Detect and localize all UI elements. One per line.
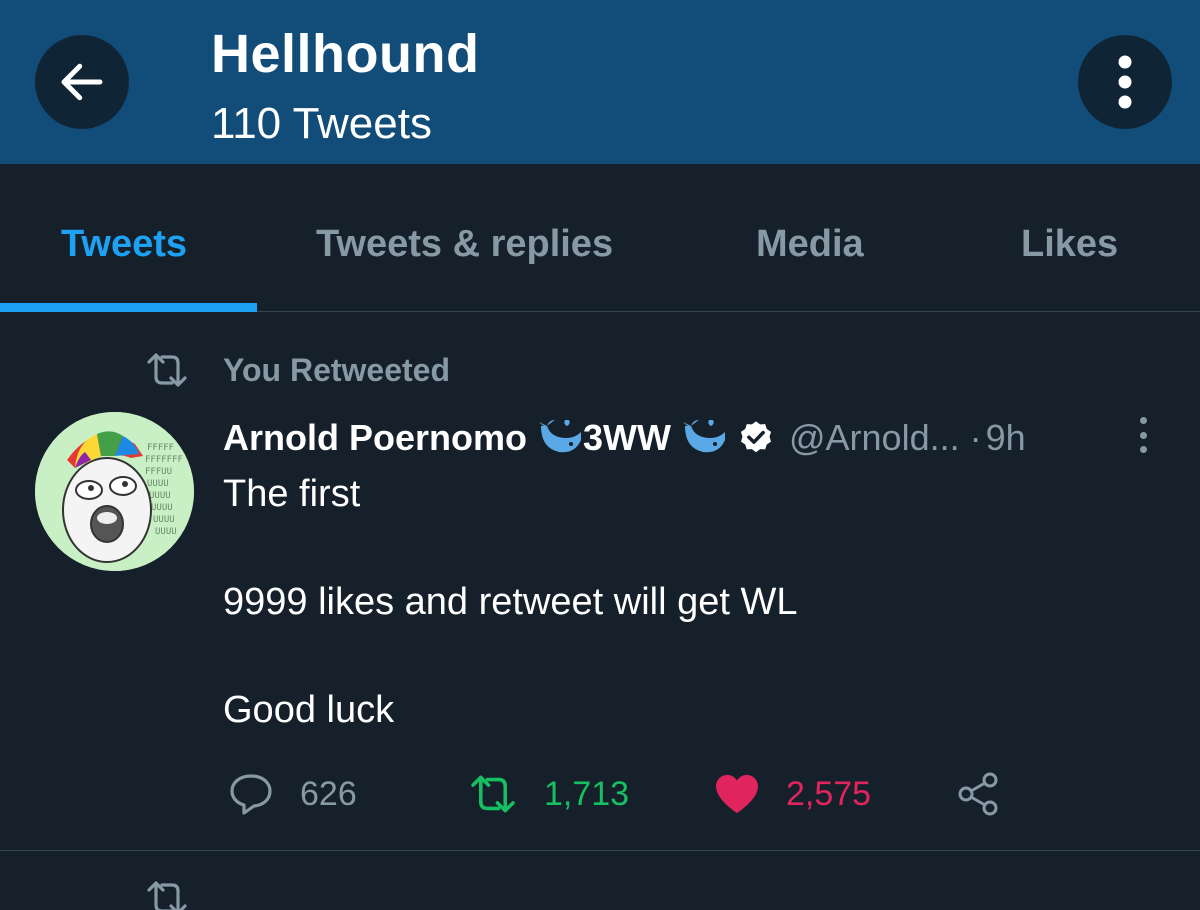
retweet-icon xyxy=(147,881,187,910)
author-name-suffix: 3WW xyxy=(583,417,671,458)
retweet-context: You Retweeted xyxy=(145,348,450,392)
tab-likes[interactable]: Likes xyxy=(1021,220,1118,268)
tweet-more-button[interactable] xyxy=(1128,413,1158,457)
tweet-count: 110 Tweets xyxy=(211,99,432,148)
retweet-icon xyxy=(147,353,187,387)
svg-text:UUUU: UUUU xyxy=(151,503,173,513)
retweet-count: 1,713 xyxy=(544,774,630,813)
tab-tweets-replies[interactable]: Tweets & replies xyxy=(316,220,613,268)
author-name[interactable]: Arnold Poernomo xyxy=(223,417,527,459)
tab-tweets[interactable]: Tweets xyxy=(61,220,187,268)
more-vertical-icon xyxy=(1139,417,1147,424)
next-retweet-context xyxy=(145,880,189,910)
like-button[interactable]: 2,575 xyxy=(714,766,871,822)
tab-media[interactable]: Media xyxy=(756,220,864,268)
page-title: Hellhound xyxy=(211,24,480,84)
arrow-left-icon xyxy=(61,63,103,101)
tweet-author-row: Arnold Poernomo 3WW @Arnold... · 9h xyxy=(223,415,1026,461)
share-button[interactable] xyxy=(956,766,1002,822)
tweet-actions: 626 1,713 2,575 xyxy=(228,766,1028,822)
back-button[interactable] xyxy=(35,35,129,129)
retweet-button[interactable]: 1,713 xyxy=(468,766,629,822)
svg-text:FFFUU: FFFUU xyxy=(145,467,172,477)
tweet-time[interactable]: 9h xyxy=(986,417,1026,459)
reply-icon xyxy=(230,774,272,815)
svg-text:UUUU: UUUU xyxy=(149,491,171,501)
svg-text:FFFFFFF: FFFFFFF xyxy=(145,455,183,465)
profile-tabs: Tweets Tweets & replies Media Likes xyxy=(0,164,1200,312)
whale-emoji-icon xyxy=(539,420,581,453)
reply-count: 626 xyxy=(300,774,357,813)
svg-text:FFFFF: FFFFF xyxy=(147,443,174,453)
separator-dot: · xyxy=(969,417,982,458)
svg-text:UUUU: UUUU xyxy=(153,515,175,525)
author-handle[interactable]: @Arnold... xyxy=(789,417,960,459)
share-icon xyxy=(958,772,998,816)
tweet-divider xyxy=(0,850,1200,851)
verified-badge-icon xyxy=(740,421,772,453)
reply-button[interactable]: 626 xyxy=(228,766,357,822)
rage-face-avatar-image: FFFFF FFFFFFF FFFUU UUUU UUUU UUUU UUUU … xyxy=(35,412,194,571)
retweet-context-label: You Retweeted xyxy=(223,351,450,388)
active-tab-indicator xyxy=(0,303,257,312)
like-count: 2,575 xyxy=(786,774,872,813)
retweet-icon xyxy=(471,775,515,813)
tweet-text-line: 9999 likes and retweet will get WL xyxy=(223,581,798,623)
avatar[interactable]: FFFFF FFFFFFF FFFUU UUUU UUUU UUUU UUUU … xyxy=(35,412,194,571)
svg-text:UUUU: UUUU xyxy=(155,527,177,537)
heart-icon xyxy=(716,774,758,814)
svg-text:UUUU: UUUU xyxy=(147,479,169,489)
tweet-text-line: The first xyxy=(223,473,361,515)
whale-emoji-icon xyxy=(682,420,725,453)
more-vertical-icon xyxy=(1118,55,1132,109)
tweet-text-line: Good luck xyxy=(223,689,395,731)
profile-header: Hellhound 110 Tweets xyxy=(0,0,1200,164)
more-options-button[interactable] xyxy=(1078,35,1172,129)
